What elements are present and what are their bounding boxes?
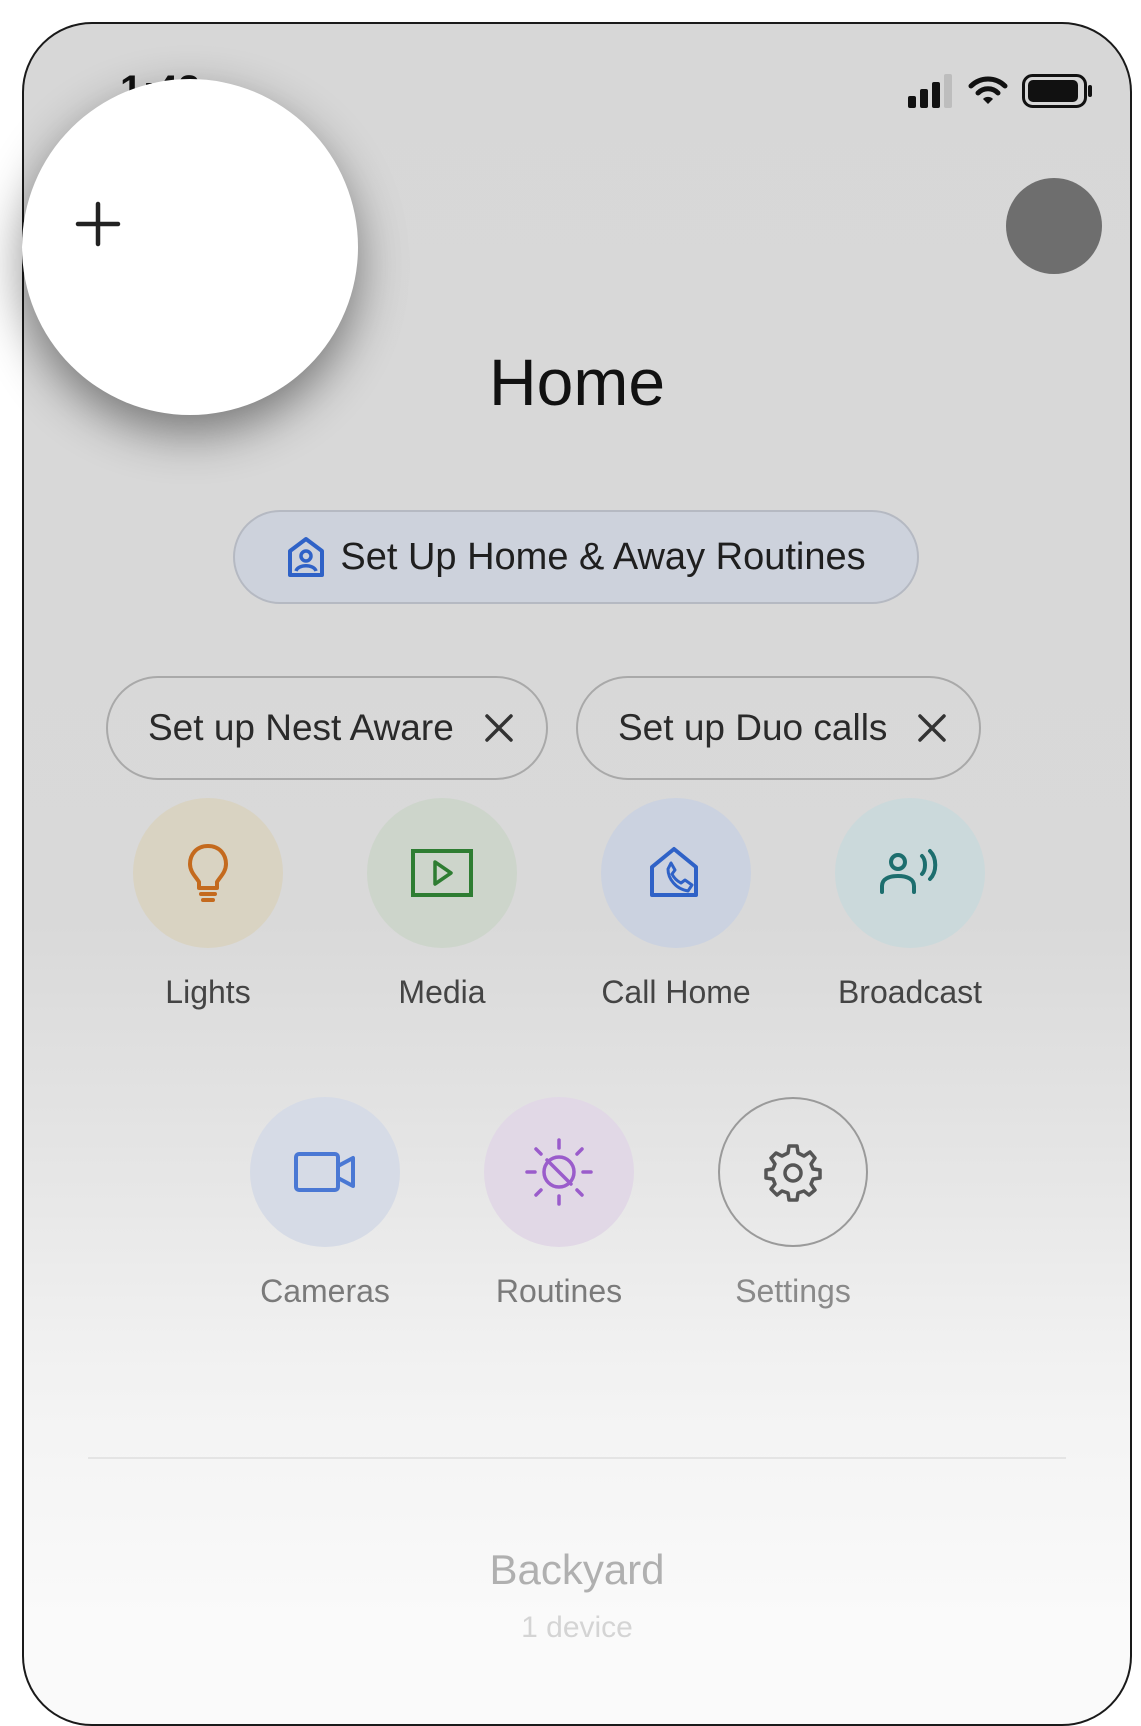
call-home-action[interactable]: Call Home xyxy=(576,798,776,1011)
divider xyxy=(88,1457,1066,1459)
routines-sun-icon xyxy=(525,1138,593,1206)
spotlight-highlight xyxy=(22,79,358,415)
status-icons xyxy=(908,74,1094,108)
cellular-signal-icon xyxy=(908,74,952,108)
broadcast-action[interactable]: Broadcast xyxy=(810,798,1010,1011)
cameras-action[interactable]: Cameras xyxy=(225,1097,425,1310)
broadcast-action-circle[interactable] xyxy=(835,798,985,948)
cameras-label: Cameras xyxy=(260,1273,390,1309)
routines-action-circle[interactable] xyxy=(484,1097,634,1247)
call-home-icon xyxy=(650,847,698,897)
avatar[interactable] xyxy=(1006,178,1102,274)
call-home-action-circle[interactable] xyxy=(601,798,751,948)
home-person-icon xyxy=(288,537,325,577)
lights-action[interactable]: Lights xyxy=(108,798,308,1011)
cameras-action-circle[interactable] xyxy=(250,1097,400,1247)
wifi-icon xyxy=(968,76,1008,104)
lights-label: Lights xyxy=(165,974,251,1010)
settings-label: Settings xyxy=(735,1273,851,1309)
media-label: Media xyxy=(398,974,486,1010)
routine-chip-label: Set Up Home & Away Routines xyxy=(340,535,866,578)
lightbulb-icon xyxy=(188,844,228,902)
routines-action[interactable]: Routines xyxy=(459,1097,659,1310)
room-name[interactable]: Backyard xyxy=(24,1546,1130,1594)
play-box-icon xyxy=(411,849,473,897)
settings-action-circle[interactable] xyxy=(718,1097,868,1247)
close-icon[interactable] xyxy=(484,713,514,743)
broadcast-icon xyxy=(880,849,938,894)
battery-icon xyxy=(1022,74,1092,108)
lights-action-circle[interactable] xyxy=(133,798,283,948)
settings-action[interactable]: Settings xyxy=(693,1097,893,1310)
home-away-routines-button[interactable]: Set Up Home & Away Routines xyxy=(233,510,919,604)
media-action-circle[interactable] xyxy=(367,798,517,948)
video-camera-icon xyxy=(294,1152,355,1192)
broadcast-label: Broadcast xyxy=(837,974,983,1010)
duo-calls-chip-label: Set up Duo calls xyxy=(618,707,888,748)
routines-label: Routines xyxy=(495,1273,623,1309)
media-action[interactable]: Media xyxy=(342,798,542,1011)
call-home-label: Call Home xyxy=(601,974,751,1010)
nest-aware-chip-label: Set up Nest Aware xyxy=(148,707,454,748)
room-device-count: 1 device xyxy=(521,1611,633,1644)
nest-aware-chip[interactable]: Set up Nest Aware xyxy=(106,676,548,780)
close-icon[interactable] xyxy=(917,713,947,743)
plus-icon[interactable] xyxy=(74,200,122,248)
duo-calls-chip[interactable]: Set up Duo calls xyxy=(576,676,982,780)
gear-icon xyxy=(764,1144,822,1202)
